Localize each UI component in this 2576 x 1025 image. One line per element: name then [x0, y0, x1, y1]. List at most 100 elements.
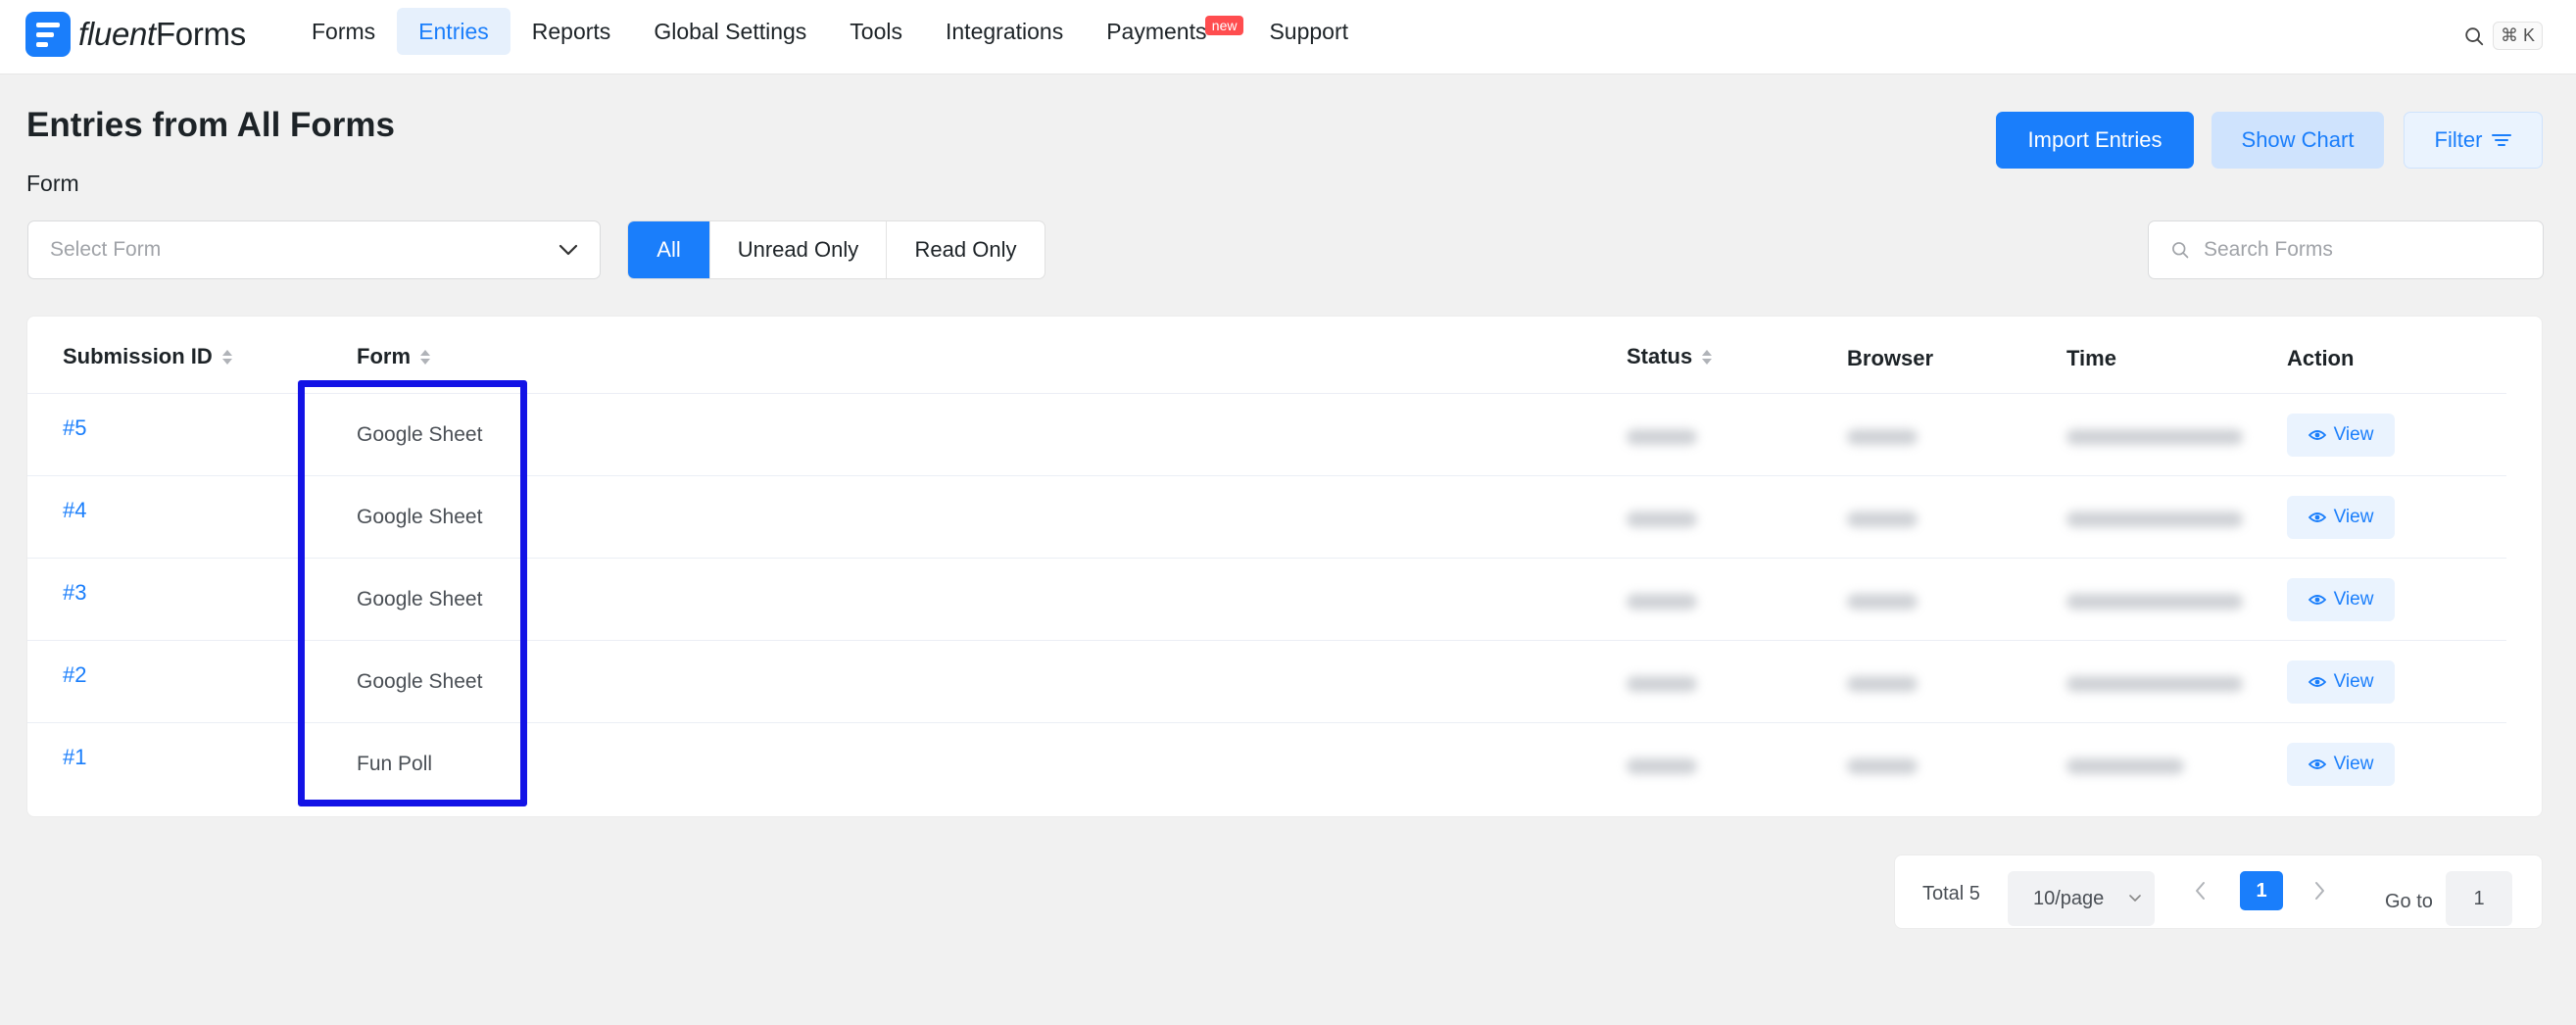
- search-icon: [2465, 26, 2484, 45]
- form-name-cell: Google Sheet: [357, 506, 483, 528]
- time-cell-blurred: [2066, 594, 2243, 610]
- status-cell-blurred: [1627, 512, 1697, 527]
- view-entry-label: View: [2333, 589, 2374, 610]
- goto-label: Go to: [2385, 891, 2433, 912]
- page-size-value: 10/page: [2033, 887, 2105, 909]
- eye-icon: [2308, 430, 2326, 440]
- search-forms-input[interactable]: [2204, 238, 2517, 262]
- nav-item-entries[interactable]: Entries: [397, 8, 510, 55]
- chevron-down-icon: [559, 244, 578, 256]
- import-entries-button[interactable]: Import Entries: [1996, 112, 2194, 169]
- filter-icon: [2492, 134, 2512, 146]
- status-cell-blurred: [1627, 758, 1697, 774]
- submission-id-link[interactable]: #4: [63, 498, 86, 523]
- view-entry-button[interactable]: View: [2287, 660, 2395, 704]
- time-cell-blurred: [2066, 429, 2243, 445]
- form-filter-label: Form: [26, 171, 79, 196]
- submission-id-link[interactable]: #3: [63, 580, 86, 606]
- table-row: #1 Fun Poll View: [27, 723, 2506, 805]
- page-number-current[interactable]: 1: [2240, 871, 2283, 910]
- table-row: #3 Google Sheet View: [27, 559, 2506, 641]
- time-cell-blurred: [2066, 758, 2184, 774]
- status-cell-blurred: [1627, 594, 1697, 610]
- view-entry-label: View: [2333, 507, 2374, 527]
- view-entry-button[interactable]: View: [2287, 496, 2395, 539]
- entries-table: Submission ID Form Status Browser Time A…: [26, 316, 2543, 817]
- form-name-cell: Fun Poll: [357, 753, 433, 775]
- chevron-down-icon: [2129, 895, 2141, 902]
- eye-icon: [2308, 595, 2326, 605]
- submission-id-link[interactable]: #5: [63, 415, 86, 441]
- time-cell-blurred: [2066, 512, 2243, 527]
- view-entry-button[interactable]: View: [2287, 743, 2395, 786]
- show-chart-button[interactable]: Show Chart: [2211, 112, 2384, 169]
- view-entry-label: View: [2333, 754, 2374, 774]
- page-title: Entries from All Forms: [26, 106, 395, 144]
- column-header-label: Status: [1627, 344, 1693, 368]
- brand-name: fluentForms: [78, 16, 246, 52]
- column-header-form[interactable]: Form: [357, 342, 430, 371]
- view-entry-button[interactable]: View: [2287, 414, 2395, 457]
- select-form-placeholder: Select Form: [50, 238, 162, 261]
- column-header-time: Time: [2066, 346, 2116, 370]
- browser-cell-blurred: [1847, 512, 1918, 527]
- segment-all[interactable]: All: [628, 221, 710, 278]
- nav-item-forms[interactable]: Forms: [290, 8, 397, 55]
- read-status-segmented-control: All Unread Only Read Only: [627, 220, 1045, 279]
- fluentforms-logo[interactable]: fluentForms: [25, 12, 246, 57]
- nav-item-support[interactable]: Support: [1247, 8, 1370, 55]
- chevron-right-icon[interactable]: [2312, 880, 2326, 902]
- submission-id-link[interactable]: #1: [63, 745, 86, 770]
- page-size-select[interactable]: 10/page: [2008, 871, 2155, 926]
- eye-icon: [2308, 759, 2326, 769]
- view-entry-button[interactable]: View: [2287, 578, 2395, 621]
- nav-item-integrations[interactable]: Integrations: [924, 8, 1085, 55]
- nav-item-global-settings[interactable]: Global Settings: [632, 8, 828, 55]
- fluentforms-logo-icon: [25, 12, 71, 57]
- form-name-cell: Google Sheet: [357, 423, 483, 446]
- filter-button-label: Filter: [2434, 127, 2483, 152]
- column-header-action: Action: [2287, 346, 2355, 370]
- select-form-dropdown[interactable]: Select Form: [27, 220, 601, 279]
- goto-page-input[interactable]: 1: [2446, 871, 2512, 926]
- browser-cell-blurred: [1847, 758, 1918, 774]
- status-cell-blurred: [1627, 429, 1697, 445]
- browser-cell-blurred: [1847, 594, 1918, 610]
- form-name-cell: Google Sheet: [357, 588, 483, 610]
- status-cell-blurred: [1627, 676, 1697, 692]
- browser-cell-blurred: [1847, 676, 1918, 692]
- submission-id-link[interactable]: #2: [63, 662, 86, 688]
- global-search-trigger[interactable]: ⌘ K: [2463, 22, 2544, 50]
- filter-button[interactable]: Filter: [2404, 112, 2543, 169]
- view-entry-label: View: [2333, 671, 2374, 692]
- pagination: Total 5 10/page 1 Go to 1: [1894, 854, 2543, 929]
- form-name-cell: Google Sheet: [357, 670, 483, 693]
- new-badge: new: [1204, 16, 1244, 35]
- search-forms-field: [2148, 220, 2544, 279]
- segment-read-only[interactable]: Read Only: [887, 221, 1045, 278]
- column-header-status[interactable]: Status: [1627, 342, 1713, 371]
- table-row: #4 Google Sheet View: [27, 476, 2506, 559]
- nav-item-tools[interactable]: Tools: [828, 8, 924, 55]
- nav-item-reports[interactable]: Reports: [510, 8, 633, 55]
- top-navbar: fluentForms Forms Entries Reports Global…: [0, 0, 2576, 74]
- time-cell-blurred: [2066, 676, 2243, 692]
- column-header-submission-id[interactable]: Submission ID: [63, 342, 232, 371]
- chevron-left-icon[interactable]: [2194, 880, 2208, 902]
- main-nav: Forms Entries Reports Global Settings To…: [290, 8, 1370, 55]
- sort-icon[interactable]: [221, 349, 232, 365]
- search-icon: [2172, 242, 2189, 259]
- pagination-total: Total 5: [1922, 883, 1980, 904]
- table-row: #2 Google Sheet View: [27, 641, 2506, 723]
- sort-icon[interactable]: [1702, 349, 1713, 365]
- table-row: #5 Google Sheet View: [27, 394, 2506, 476]
- search-shortcut: ⌘ K: [2493, 22, 2544, 50]
- eye-icon: [2308, 512, 2326, 522]
- view-entry-label: View: [2333, 424, 2374, 445]
- sort-icon[interactable]: [420, 349, 430, 365]
- nav-item-payments[interactable]: Payments new: [1085, 8, 1244, 55]
- segment-unread-only[interactable]: Unread Only: [710, 221, 887, 278]
- column-header-browser: Browser: [1847, 346, 1934, 370]
- nav-item-payments-label: Payments: [1106, 19, 1207, 44]
- browser-cell-blurred: [1847, 429, 1918, 445]
